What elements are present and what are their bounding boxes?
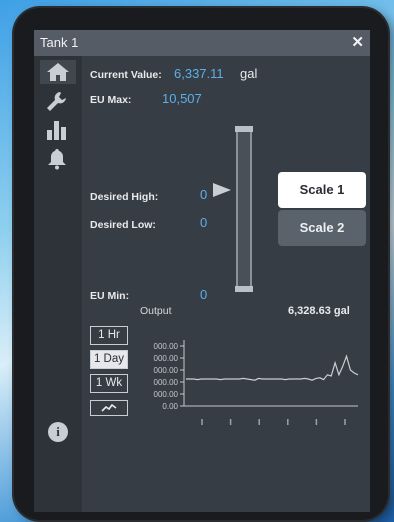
range-1day-button[interactable]: 1 Day — [90, 350, 128, 369]
wrench-icon — [47, 92, 66, 111]
y-tick-label: 000.00 — [154, 366, 179, 375]
sidebar-item-alarms[interactable] — [44, 147, 70, 171]
title-bar: Tank 1 ✕ — [34, 30, 370, 56]
desired-high-value: 0 — [200, 187, 208, 202]
sidebar-item-tools[interactable] — [44, 89, 70, 113]
output-value: 6,328.63 gal — [288, 305, 350, 317]
app-window: Tank 1 ✕ i Current Value: 6,337.11 gal E… — [34, 30, 370, 512]
close-icon[interactable]: ✕ — [351, 33, 364, 51]
bar-chart-icon — [47, 121, 66, 140]
window-title: Tank 1 — [40, 35, 79, 50]
trend-line-icon — [101, 403, 117, 412]
tank-level-gauge — [235, 126, 253, 292]
range-1wk-button[interactable]: 1 Wk — [90, 374, 128, 393]
y-tick-label: 0.00 — [162, 402, 178, 411]
desired-low-label: Desired Low: — [90, 219, 156, 231]
eu-max-value: 10,507 — [162, 91, 202, 106]
y-tick-label: 000.00 — [154, 354, 179, 363]
desired-low-value: 0 — [200, 215, 208, 230]
home-icon — [47, 63, 69, 81]
scale-1-button[interactable]: Scale 1 — [278, 172, 366, 208]
eu-max-label: EU Max: — [90, 94, 132, 106]
trend-chart-button[interactable] — [90, 400, 128, 416]
bell-icon — [48, 149, 66, 170]
eu-min-label: EU Min: — [90, 290, 130, 302]
gauge-top-cap — [235, 126, 253, 132]
scale-2-button[interactable]: Scale 2 — [278, 210, 366, 246]
y-tick-label: 000.00 — [154, 342, 179, 351]
output-trend-chart: 000.00 000.00 000.00 000.00 000.00 0.00 — [154, 340, 359, 425]
range-1hr-button[interactable]: 1 Hr — [90, 326, 128, 345]
output-label: Output — [140, 305, 172, 317]
tank-detail-panel: Current Value: 6,337.11 gal EU Max: 10,5… — [82, 56, 370, 512]
current-value: 6,337.11 — [174, 66, 224, 81]
y-tick-label: 000.00 — [154, 390, 179, 399]
desired-high-label: Desired High: — [90, 191, 159, 203]
y-tick-label: 000.00 — [154, 378, 179, 387]
setpoint-pointer-icon — [213, 183, 231, 197]
sidebar: i — [34, 56, 82, 512]
output-series-line — [186, 354, 359, 381]
sidebar-item-reports[interactable] — [44, 118, 70, 142]
info-icon[interactable]: i — [48, 422, 68, 442]
gauge-bottom-cap — [235, 286, 253, 292]
sidebar-item-home[interactable] — [40, 60, 76, 84]
eu-min-value: 0 — [200, 287, 208, 302]
current-value-label: Current Value: — [90, 69, 162, 81]
current-value-unit: gal — [240, 66, 258, 81]
